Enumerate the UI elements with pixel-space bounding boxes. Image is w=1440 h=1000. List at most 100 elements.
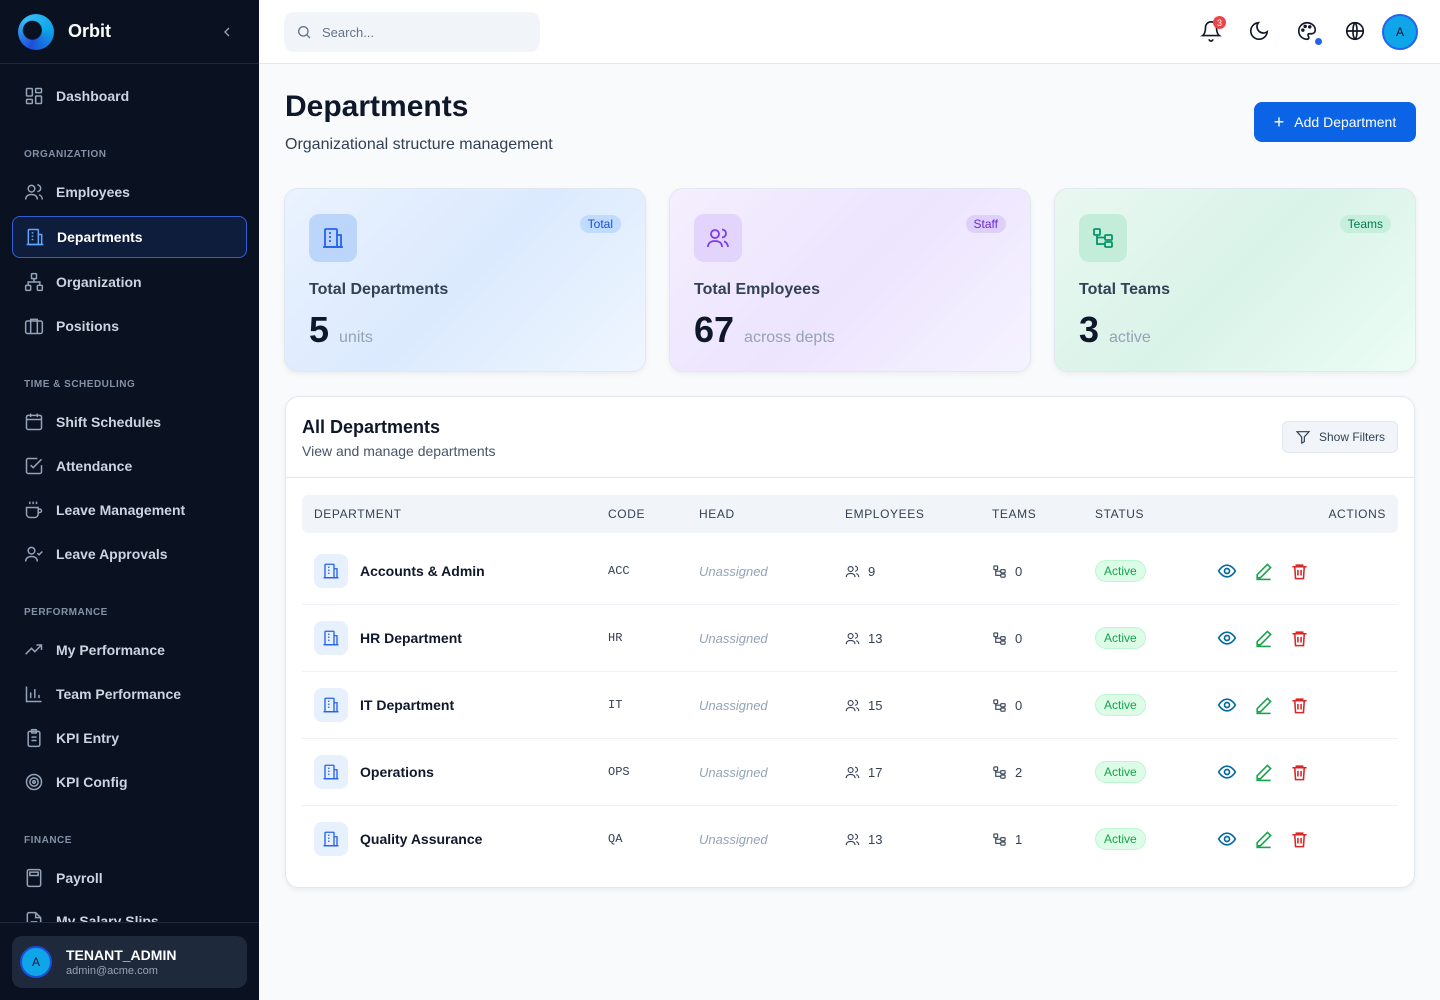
department-code: QA [608,832,623,846]
table-row[interactable]: HR Department HR Unassigned 13 0 Active [302,605,1398,672]
col-code[interactable]: CODE [608,507,645,521]
delete-button[interactable] [1288,828,1310,850]
theme-toggle-button[interactable] [1248,20,1272,44]
pencil-icon [1255,696,1272,714]
view-button[interactable] [1216,761,1238,783]
moon-icon [1249,21,1269,41]
show-filters-button[interactable]: Show Filters [1281,421,1398,453]
departments-table-card: All Departments View and manage departme… [285,396,1415,888]
plus-icon: + [1273,111,1285,132]
employee-count: 17 [868,764,883,780]
notification-badge: 3 [1213,16,1226,29]
app-name: Orbit [68,21,111,41]
building-icon [309,214,357,262]
delete-button[interactable] [1288,560,1310,582]
stat-value-group: 67 across depts [694,309,835,351]
col-department[interactable]: DEPARTMENT [314,507,402,521]
sidebar-item-my-performance[interactable]: My Performance [12,629,247,671]
stat-value-group: 5 units [309,309,373,351]
edit-button[interactable] [1252,627,1274,649]
table-subtitle: View and manage departments [302,443,496,459]
sidebar-item-kpi-config[interactable]: KPI Config [12,761,247,803]
col-teams[interactable]: TEAMS [992,507,1036,521]
sidebar-item-dashboard[interactable]: Dashboard [12,75,247,117]
eye-icon [1217,698,1237,712]
show-filters-label: Show Filters [1318,430,1385,444]
employee-count: 13 [868,831,883,847]
department-code: OPS [608,765,630,779]
sidebar-item-payroll[interactable]: Payroll [12,857,247,899]
employee-count: 13 [868,630,883,646]
collapse-sidebar-button[interactable] [219,24,235,40]
table-row[interactable]: IT Department IT Unassigned 15 0 Active [302,672,1398,739]
table-row[interactable]: Operations OPS Unassigned 17 2 Active [302,739,1398,806]
topbar: 3 A [259,0,1440,64]
stat-value: 67 [694,309,735,350]
delete-button[interactable] [1288,694,1310,716]
department-code: IT [608,698,623,712]
trash-icon [1291,831,1307,847]
sidebar-item-positions[interactable]: Positions [12,305,247,347]
page-subtitle: Organizational structure management [285,136,553,153]
table-row[interactable]: Accounts & Admin ACC Unassigned 9 0 Acti… [302,538,1398,605]
user-avatar-button[interactable]: A [1382,14,1418,50]
chevron-left-icon [224,27,230,36]
stat-label: Total Departments [309,281,449,298]
sidebar-item-organization[interactable]: Organization [12,261,247,303]
delete-button[interactable] [1288,761,1310,783]
team-count: 0 [1015,630,1023,646]
view-button[interactable] [1216,828,1238,850]
language-button[interactable] [1344,20,1368,44]
stat-label: Total Teams [1079,281,1170,298]
sidebar-item-label: Positions [56,318,120,334]
stat-card-teams: Teams Total Teams 3 active [1054,188,1416,372]
department-name: Operations [360,764,434,780]
sidebar-item-attendance[interactable]: Attendance [12,445,247,487]
search-input[interactable] [322,24,522,40]
network-icon [993,832,1006,846]
status-badge: Active [1095,828,1146,850]
view-button[interactable] [1216,694,1238,716]
network-icon [1079,214,1127,262]
edit-button[interactable] [1252,761,1274,783]
building-icon [314,822,348,856]
view-button[interactable] [1216,627,1238,649]
view-button[interactable] [1216,560,1238,582]
sidebar-item-team-performance[interactable]: Team Performance [12,673,247,715]
users-icon [845,632,860,644]
col-actions: ACTIONS [1328,507,1386,521]
sidebar-item-my-salary-slips[interactable]: My Salary Slips [12,900,247,923]
edit-button[interactable] [1252,694,1274,716]
sidebar-item-leave-approvals[interactable]: Leave Approvals [12,533,247,575]
stat-value-group: 3 active [1079,309,1151,351]
col-status[interactable]: STATUS [1095,507,1144,521]
status-badge: Active [1095,560,1146,582]
status-badge: Active [1095,694,1146,716]
department-code: ACC [608,564,630,578]
team-count: 0 [1015,697,1023,713]
table-header: DEPARTMENT CODE HEAD EMPLOYEES TEAMS STA… [302,495,1398,533]
department-name: Accounts & Admin [360,563,485,579]
table-row[interactable]: Quality Assurance QA Unassigned 13 1 Act… [302,806,1398,873]
department-head: Unassigned [699,697,768,713]
sidebar-item-leave-management[interactable]: Leave Management [12,489,247,531]
user-profile[interactable]: A TENANT_ADMIN admin@acme.com [12,936,247,988]
sidebar-item-label: Leave Management [56,502,186,518]
sidebar-item-employees[interactable]: Employees [12,171,247,213]
sidebar-item-departments[interactable]: Departments [12,216,247,258]
notifications-button[interactable]: 3 [1200,16,1226,44]
delete-button[interactable] [1288,627,1310,649]
sidebar-item-kpi-entry[interactable]: KPI Entry [12,717,247,759]
bar-chart-icon [25,686,42,703]
col-employees[interactable]: EMPLOYEES [845,507,924,521]
employee-count: 15 [868,697,883,713]
edit-button[interactable] [1252,560,1274,582]
edit-button[interactable] [1252,828,1274,850]
add-department-button[interactable]: + Add Department [1254,102,1416,142]
sidebar-nav: Dashboard ORGANIZATION Employees Departm… [0,64,259,923]
target-icon [25,773,43,791]
col-head[interactable]: HEAD [699,507,735,521]
palette-button[interactable] [1296,20,1322,45]
users-icon [845,565,860,577]
sidebar-item-shift-schedules[interactable]: Shift Schedules [12,401,247,443]
